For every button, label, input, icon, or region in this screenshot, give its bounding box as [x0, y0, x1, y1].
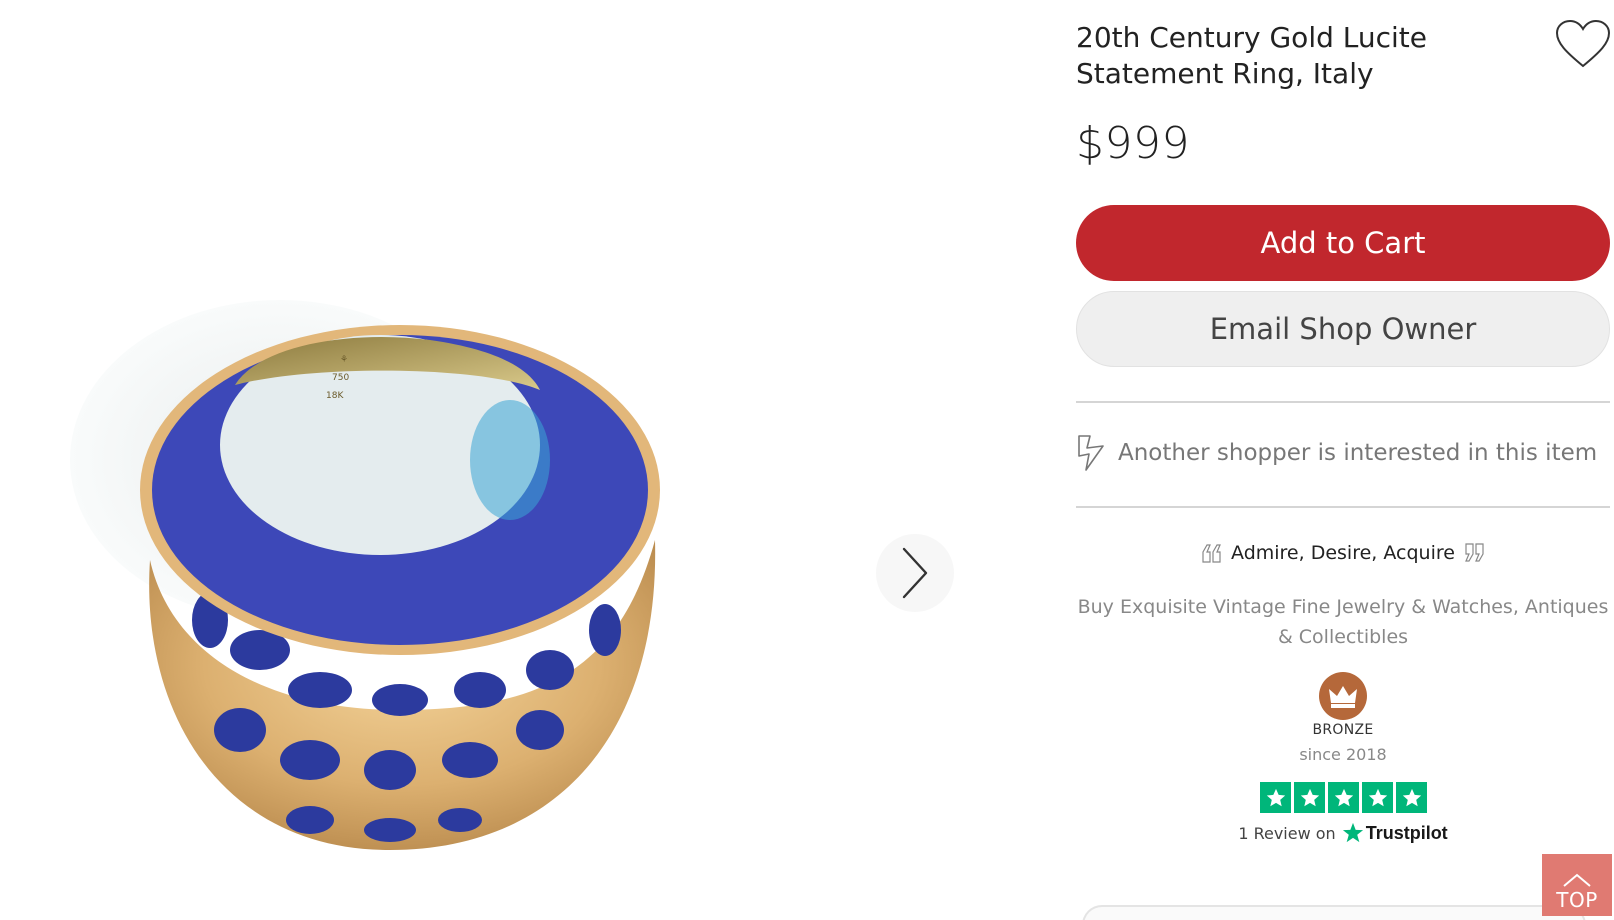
- star-icon: [1260, 782, 1291, 813]
- product-details-panel: 20th Century Gold Lucite Statement Ring,…: [1076, 0, 1612, 920]
- product-image[interactable]: ⚘ 750 18K: [60, 290, 700, 900]
- chevron-right-icon: [902, 547, 928, 599]
- next-section-card: [1082, 905, 1586, 920]
- interest-text: Another shopper is interested in this it…: [1118, 440, 1598, 466]
- quote-open-icon: [1202, 544, 1221, 563]
- heart-icon: [1555, 19, 1611, 68]
- trustpilot-review-link[interactable]: 1 Review on Trustpilot: [1076, 822, 1610, 844]
- product-price: $999: [1076, 118, 1190, 169]
- trustpilot-star-icon: [1342, 822, 1363, 843]
- svg-text:⚘: ⚘: [340, 355, 348, 365]
- lightning-icon: [1078, 435, 1104, 471]
- star-icon: [1328, 782, 1359, 813]
- star-icon: [1362, 782, 1393, 813]
- svg-text:750: 750: [332, 373, 349, 383]
- quote-close-icon: [1465, 543, 1484, 562]
- review-count: 1 Review on: [1238, 823, 1336, 843]
- star-icon: [1294, 782, 1325, 813]
- email-shop-owner-button[interactable]: Email Shop Owner: [1076, 291, 1610, 367]
- shop-description: Buy Exquisite Vintage Fine Jewelry & Wat…: [1077, 596, 1609, 648]
- divider: [1076, 506, 1610, 508]
- tagline-text: Admire, Desire, Acquire: [1231, 542, 1455, 564]
- chevron-up-icon: [1563, 873, 1591, 887]
- next-image-button[interactable]: [876, 534, 954, 612]
- shop-tagline: Admire, Desire, Acquire: [1076, 542, 1610, 564]
- product-gallery: ⚘ 750 18K: [0, 0, 1040, 920]
- seller-tier: BRONZE: [1312, 722, 1374, 738]
- trustpilot-logo: Trustpilot: [1342, 822, 1448, 844]
- wishlist-button[interactable]: [1554, 18, 1612, 70]
- bronze-badge: [1319, 672, 1367, 720]
- back-to-top-button[interactable]: TOP: [1542, 854, 1612, 916]
- seller-since: since 2018: [1299, 745, 1387, 764]
- add-to-cart-button[interactable]: Add to Cart: [1076, 205, 1610, 281]
- product-title: 20th Century Gold Lucite Statement Ring,…: [1076, 21, 1427, 90]
- product-page: ⚘ 750 18K 20th Century Gold Lucite State…: [0, 0, 1614, 920]
- trustpilot-stars: [1260, 782, 1427, 813]
- interest-notice: Another shopper is interested in this it…: [1076, 430, 1610, 476]
- divider: [1076, 401, 1610, 403]
- svg-text:18K: 18K: [326, 391, 344, 401]
- trustpilot-brand: Trustpilot: [1365, 822, 1448, 843]
- star-icon: [1396, 782, 1427, 813]
- top-label: TOP: [1556, 888, 1598, 912]
- crown-icon: [1329, 686, 1357, 708]
